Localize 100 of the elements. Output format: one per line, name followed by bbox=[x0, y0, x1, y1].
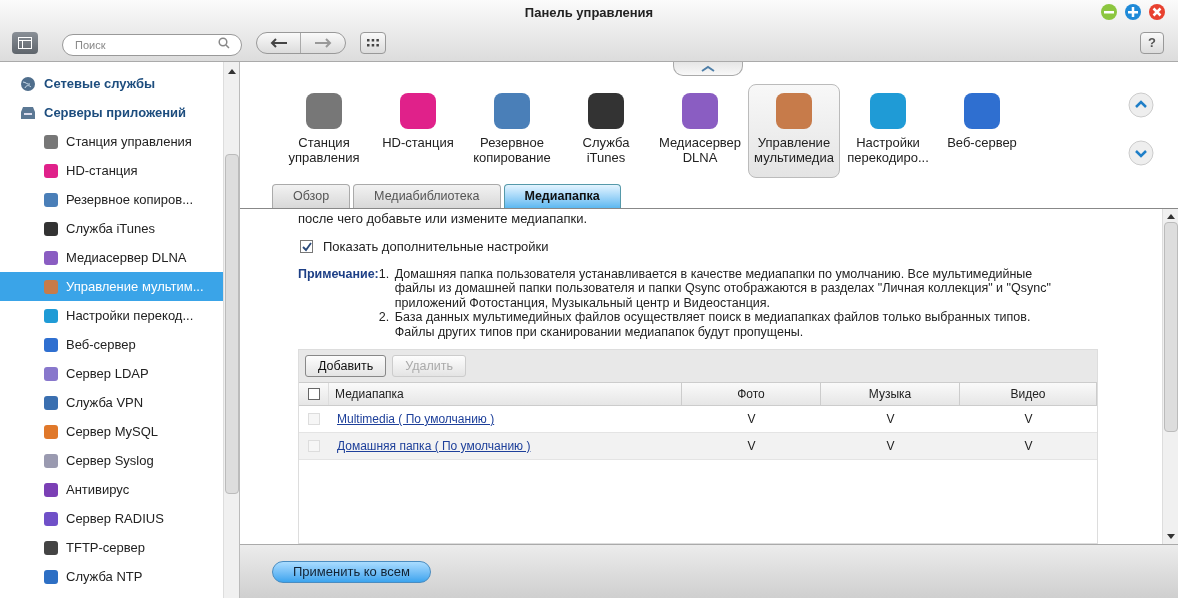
sidebar-section[interactable]: Серверы приложений bbox=[0, 98, 223, 127]
sidebar-item[interactable]: Сервер MySQL bbox=[0, 417, 223, 446]
app-icon bbox=[964, 93, 1000, 129]
sidebar-item[interactable]: Резервное копиров... bbox=[0, 185, 223, 214]
app-icon bbox=[44, 134, 58, 149]
scroll-up-button[interactable] bbox=[1128, 92, 1154, 118]
table-cell-text: V bbox=[746, 411, 757, 428]
checkbox-label: Показать дополнительные настройки bbox=[323, 238, 549, 256]
column-header[interactable]: Видео bbox=[960, 383, 1097, 405]
app-icon bbox=[44, 250, 58, 265]
app-tile[interactable]: Медиасервер DLNA bbox=[654, 84, 746, 178]
sidebar-item[interactable]: Служба VPN bbox=[0, 388, 223, 417]
maximize-icon[interactable] bbox=[1124, 3, 1142, 21]
app-icon bbox=[44, 366, 58, 381]
app-label: Станция управления bbox=[288, 135, 360, 165]
sidebar-item[interactable]: Служба iTunes bbox=[0, 214, 223, 243]
app-icon bbox=[44, 308, 58, 323]
sidebar-item[interactable]: Станция управления bbox=[0, 127, 223, 156]
forward-arrow-icon bbox=[314, 38, 332, 48]
section-label: Серверы приложений bbox=[44, 103, 187, 122]
table-cell-text: V bbox=[1023, 411, 1034, 428]
tab[interactable]: Обзор bbox=[272, 184, 351, 208]
app-tile[interactable]: Веб-сервер bbox=[936, 84, 1028, 178]
app-icon bbox=[44, 482, 58, 497]
app-label: Веб-сервер bbox=[947, 135, 1017, 150]
table-cell-text: V bbox=[1023, 438, 1034, 455]
tray-icon bbox=[20, 104, 36, 121]
help-button[interactable]: ? bbox=[1140, 32, 1164, 54]
sidebar-item[interactable]: Медиасервер DLNA bbox=[0, 243, 223, 272]
app-label: Настройки перекодиро... bbox=[847, 135, 929, 165]
scroll-up-icon[interactable] bbox=[227, 68, 236, 74]
folder-link[interactable]: Домашняя папка ( По умолчанию ) bbox=[337, 437, 531, 455]
list-number: 1. bbox=[378, 266, 391, 283]
app-tile[interactable]: Резервное копирование bbox=[466, 84, 558, 178]
note-text: Домашняя папка пользователя устанавливается в качестве медиапапки по умолчанию. Все мультимедийные файлы из домашней папки пользователя и папки Qsync отображаются в разделах "Личная коллекция" и "Qsync" приложений Фотостанция, Музыкальный центр и Видеостанция. bbox=[394, 266, 1052, 310]
app-icon bbox=[776, 93, 812, 129]
table-cell-text: V bbox=[885, 411, 896, 428]
apps-grid-button[interactable] bbox=[360, 32, 386, 54]
app-icon bbox=[44, 453, 58, 468]
app-icon bbox=[44, 540, 58, 555]
note-label: Примечание: bbox=[298, 266, 379, 283]
sidebar-toggle-button[interactable] bbox=[12, 32, 38, 54]
scroll-down-button[interactable] bbox=[1128, 140, 1154, 166]
globe-icon bbox=[20, 75, 36, 92]
app-tile[interactable]: Станция управления bbox=[278, 84, 370, 178]
app-tile[interactable]: Служба iTunes bbox=[560, 84, 652, 178]
note-text: База данных мультимедийных файлов осуществляет поиск в медиапапках файлов только выбранных типов. Файлы других типов при сканировании медиапапок будут пропущены. bbox=[394, 310, 1032, 339]
app-icon bbox=[44, 279, 58, 294]
app-label: Управление мультимедиа bbox=[754, 135, 834, 165]
checkbox[interactable] bbox=[300, 240, 313, 254]
search-field[interactable]: Поиск bbox=[62, 34, 242, 56]
list-number: 2. bbox=[378, 310, 391, 326]
app-icon bbox=[682, 93, 718, 129]
app-icon bbox=[44, 221, 58, 236]
app-icon bbox=[306, 93, 342, 129]
checkbox[interactable] bbox=[307, 388, 320, 400]
layout-icon bbox=[18, 37, 32, 49]
folder-link[interactable]: Multimedia ( По умолчанию ) bbox=[337, 410, 495, 428]
sidebar-item[interactable]: Веб-сервер bbox=[0, 330, 223, 359]
sidebar-item[interactable]: HD-станция bbox=[0, 156, 223, 185]
table-cell-text: V bbox=[885, 438, 896, 455]
scrollbar[interactable] bbox=[223, 62, 239, 598]
toolbar-button[interactable]: Добавить bbox=[305, 355, 387, 377]
scrollbar[interactable] bbox=[1162, 209, 1178, 544]
sidebar-item[interactable]: Антивирус bbox=[0, 475, 223, 504]
close-icon[interactable] bbox=[1148, 3, 1166, 21]
app-icon bbox=[44, 395, 58, 410]
app-icon bbox=[870, 93, 906, 129]
sidebar-item[interactable]: TFTP-сервер bbox=[0, 533, 223, 562]
tab[interactable]: Медиапапка bbox=[503, 184, 621, 208]
apply-button[interactable]: Применить ко всем bbox=[272, 560, 431, 583]
scroll-down-icon[interactable] bbox=[1166, 534, 1175, 540]
app-icon bbox=[44, 511, 58, 526]
grid-icon bbox=[367, 39, 379, 47]
sidebar-item[interactable]: Сервер Syslog bbox=[0, 446, 223, 475]
back-arrow-icon bbox=[269, 38, 288, 48]
sidebar-item[interactable]: Настройки перекод... bbox=[0, 301, 223, 330]
app-label: Резервное копирование bbox=[473, 135, 551, 165]
tab[interactable]: Медиабиблиотека bbox=[353, 184, 501, 208]
app-icon bbox=[400, 93, 436, 129]
app-tile[interactable]: Управление мультимедиа bbox=[748, 84, 840, 178]
collapse-tab[interactable] bbox=[673, 62, 743, 76]
app-tile[interactable]: HD-станция bbox=[372, 84, 464, 178]
scroll-up-icon[interactable] bbox=[1166, 213, 1175, 219]
column-header[interactable]: Фото bbox=[682, 383, 821, 405]
sidebar-item[interactable]: Служба NTP bbox=[0, 562, 223, 591]
window-title: Панель управления bbox=[524, 4, 654, 23]
sidebar-item[interactable]: Сервер RADIUS bbox=[0, 504, 223, 533]
chevron-up-icon bbox=[701, 65, 715, 72]
sidebar-item[interactable]: Сервер LDAP bbox=[0, 359, 223, 388]
app-icon bbox=[494, 93, 530, 129]
app-icon bbox=[588, 93, 624, 129]
app-tile[interactable]: Настройки перекодиро... bbox=[842, 84, 934, 178]
app-icon bbox=[44, 424, 58, 439]
app-icon bbox=[44, 163, 58, 178]
column-header[interactable]: Музыка bbox=[821, 383, 960, 405]
sidebar-section[interactable]: Сетевые службы bbox=[0, 69, 223, 98]
intro-text: после чего добавьте или измените медиапапки. bbox=[298, 211, 589, 227]
column-header[interactable]: Медиапапка bbox=[329, 383, 682, 405]
section-label: Сетевые службы bbox=[44, 74, 156, 93]
